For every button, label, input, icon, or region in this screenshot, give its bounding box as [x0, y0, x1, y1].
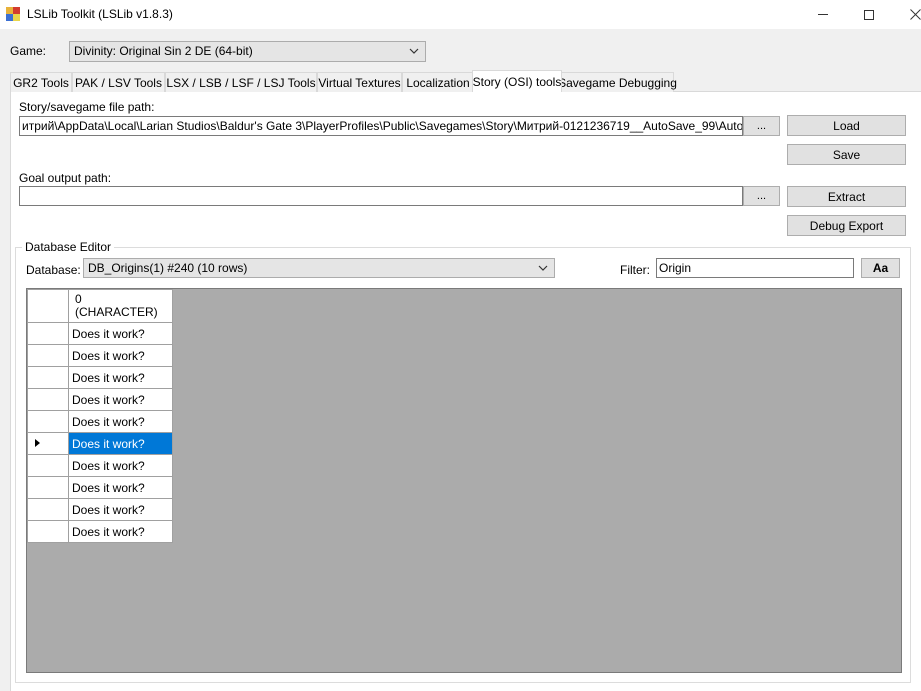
database-select-value: DB_Origins(1) #240 (10 rows) [88, 261, 248, 275]
table-row[interactable]: Does it work? [27, 498, 173, 521]
database-select[interactable]: DB_Origins(1) #240 (10 rows) [83, 258, 555, 278]
goal-path-browse-button[interactable]: ... [743, 186, 780, 206]
story-path-label: Story/savegame file path: [19, 100, 155, 114]
table-row[interactable]: Does it work? [27, 410, 173, 433]
tab-label: Virtual Textures [318, 75, 401, 90]
app-icon [6, 7, 20, 21]
database-editor-title: Database Editor [22, 240, 115, 254]
tab-virtual-textures[interactable]: Virtual Textures [317, 72, 402, 92]
data-table: 0 (CHARACTER) Does it work? Does it work… [27, 289, 173, 543]
table-cell[interactable]: Does it work? [68, 454, 173, 477]
tab-label: LSX / LSB / LSF / LSJ Tools [166, 75, 316, 90]
maximize-button[interactable] [846, 0, 892, 29]
row-header[interactable] [27, 366, 69, 389]
load-button[interactable]: Load [787, 115, 906, 136]
table-cell[interactable]: Does it work? [68, 498, 173, 521]
row-header[interactable] [27, 388, 69, 411]
table-row[interactable]: Does it work? [27, 476, 173, 499]
row-header[interactable] [27, 454, 69, 477]
tab-story-osi-tools[interactable]: Story (OSI) tools [472, 70, 562, 92]
table-cell[interactable]: Does it work? [68, 344, 173, 367]
maximize-icon [864, 9, 874, 20]
row-header[interactable] [27, 476, 69, 499]
extract-button[interactable]: Extract [787, 186, 906, 207]
grid-corner-header[interactable] [27, 289, 69, 323]
tab-gr2-tools[interactable]: GR2 Tools [10, 72, 72, 92]
row-header[interactable] [27, 432, 69, 455]
database-label: Database: [26, 263, 81, 277]
table-cell[interactable]: Does it work? [68, 366, 173, 389]
close-button[interactable] [892, 0, 921, 29]
table-row[interactable]: Does it work? [27, 388, 173, 411]
table-row[interactable]: Does it work? [27, 322, 173, 345]
row-header[interactable] [27, 322, 69, 345]
window-title: LSLib Toolkit (LSLib v1.8.3) [27, 7, 173, 21]
minimize-icon [818, 14, 828, 15]
table-row[interactable]: Does it work? [27, 366, 173, 389]
chevron-down-icon [409, 48, 419, 54]
tab-lsx-tools[interactable]: LSX / LSB / LSF / LSJ Tools [165, 72, 317, 92]
tab-label: PAK / LSV Tools [75, 75, 162, 90]
tab-pak-lsv-tools[interactable]: PAK / LSV Tools [72, 72, 165, 92]
row-header[interactable] [27, 344, 69, 367]
row-header[interactable] [27, 498, 69, 521]
goal-path-input[interactable] [19, 186, 743, 206]
game-select[interactable]: Divinity: Original Sin 2 DE (64-bit) [69, 41, 426, 62]
tab-localization[interactable]: Localization [402, 72, 474, 92]
story-path-browse-button[interactable]: ... [743, 116, 780, 136]
minimize-button[interactable] [800, 0, 846, 29]
story-path-input[interactable]: итрий\AppData\Local\Larian Studios\Baldu… [19, 116, 743, 136]
debug-export-button[interactable]: Debug Export [787, 215, 906, 236]
table-cell[interactable]: Does it work? [68, 476, 173, 499]
chevron-down-icon [538, 265, 548, 271]
table-row-selected[interactable]: Does it work? [27, 432, 173, 455]
filter-label: Filter: [620, 263, 650, 277]
column-header-type: (CHARACTER) [75, 305, 158, 319]
table-cell[interactable]: Does it work? [68, 322, 173, 345]
close-icon [909, 9, 921, 20]
table-cell[interactable]: Does it work? [68, 520, 173, 543]
row-header[interactable] [27, 410, 69, 433]
current-row-arrow-icon [35, 439, 40, 447]
table-row[interactable]: Does it work? [27, 344, 173, 367]
filter-input[interactable]: Origin [656, 258, 854, 278]
tab-label: Story (OSI) tools [472, 74, 562, 89]
column-header-character[interactable]: 0 (CHARACTER) [68, 289, 173, 323]
table-cell[interactable]: Does it work? [68, 388, 173, 411]
save-button[interactable]: Save [787, 144, 906, 165]
goal-path-label: Goal output path: [19, 171, 112, 185]
table-cell-selected[interactable]: Does it work? [68, 432, 173, 455]
tab-label: Savegame Debugging [558, 75, 677, 90]
game-label: Game: [10, 44, 47, 58]
tab-label: Localization [406, 75, 470, 90]
table-row[interactable]: Does it work? [27, 520, 173, 543]
table-row[interactable]: Does it work? [27, 454, 173, 477]
tab-savegame-debugging[interactable]: Savegame Debugging [558, 72, 677, 92]
tab-label: GR2 Tools [13, 75, 69, 90]
database-grid[interactable]: 0 (CHARACTER) Does it work? Does it work… [26, 288, 902, 673]
case-sensitive-toggle[interactable]: Aa [861, 258, 900, 278]
table-header-row: 0 (CHARACTER) [27, 289, 173, 323]
row-header[interactable] [27, 520, 69, 543]
game-select-value: Divinity: Original Sin 2 DE (64-bit) [74, 44, 253, 58]
table-cell[interactable]: Does it work? [68, 410, 173, 433]
